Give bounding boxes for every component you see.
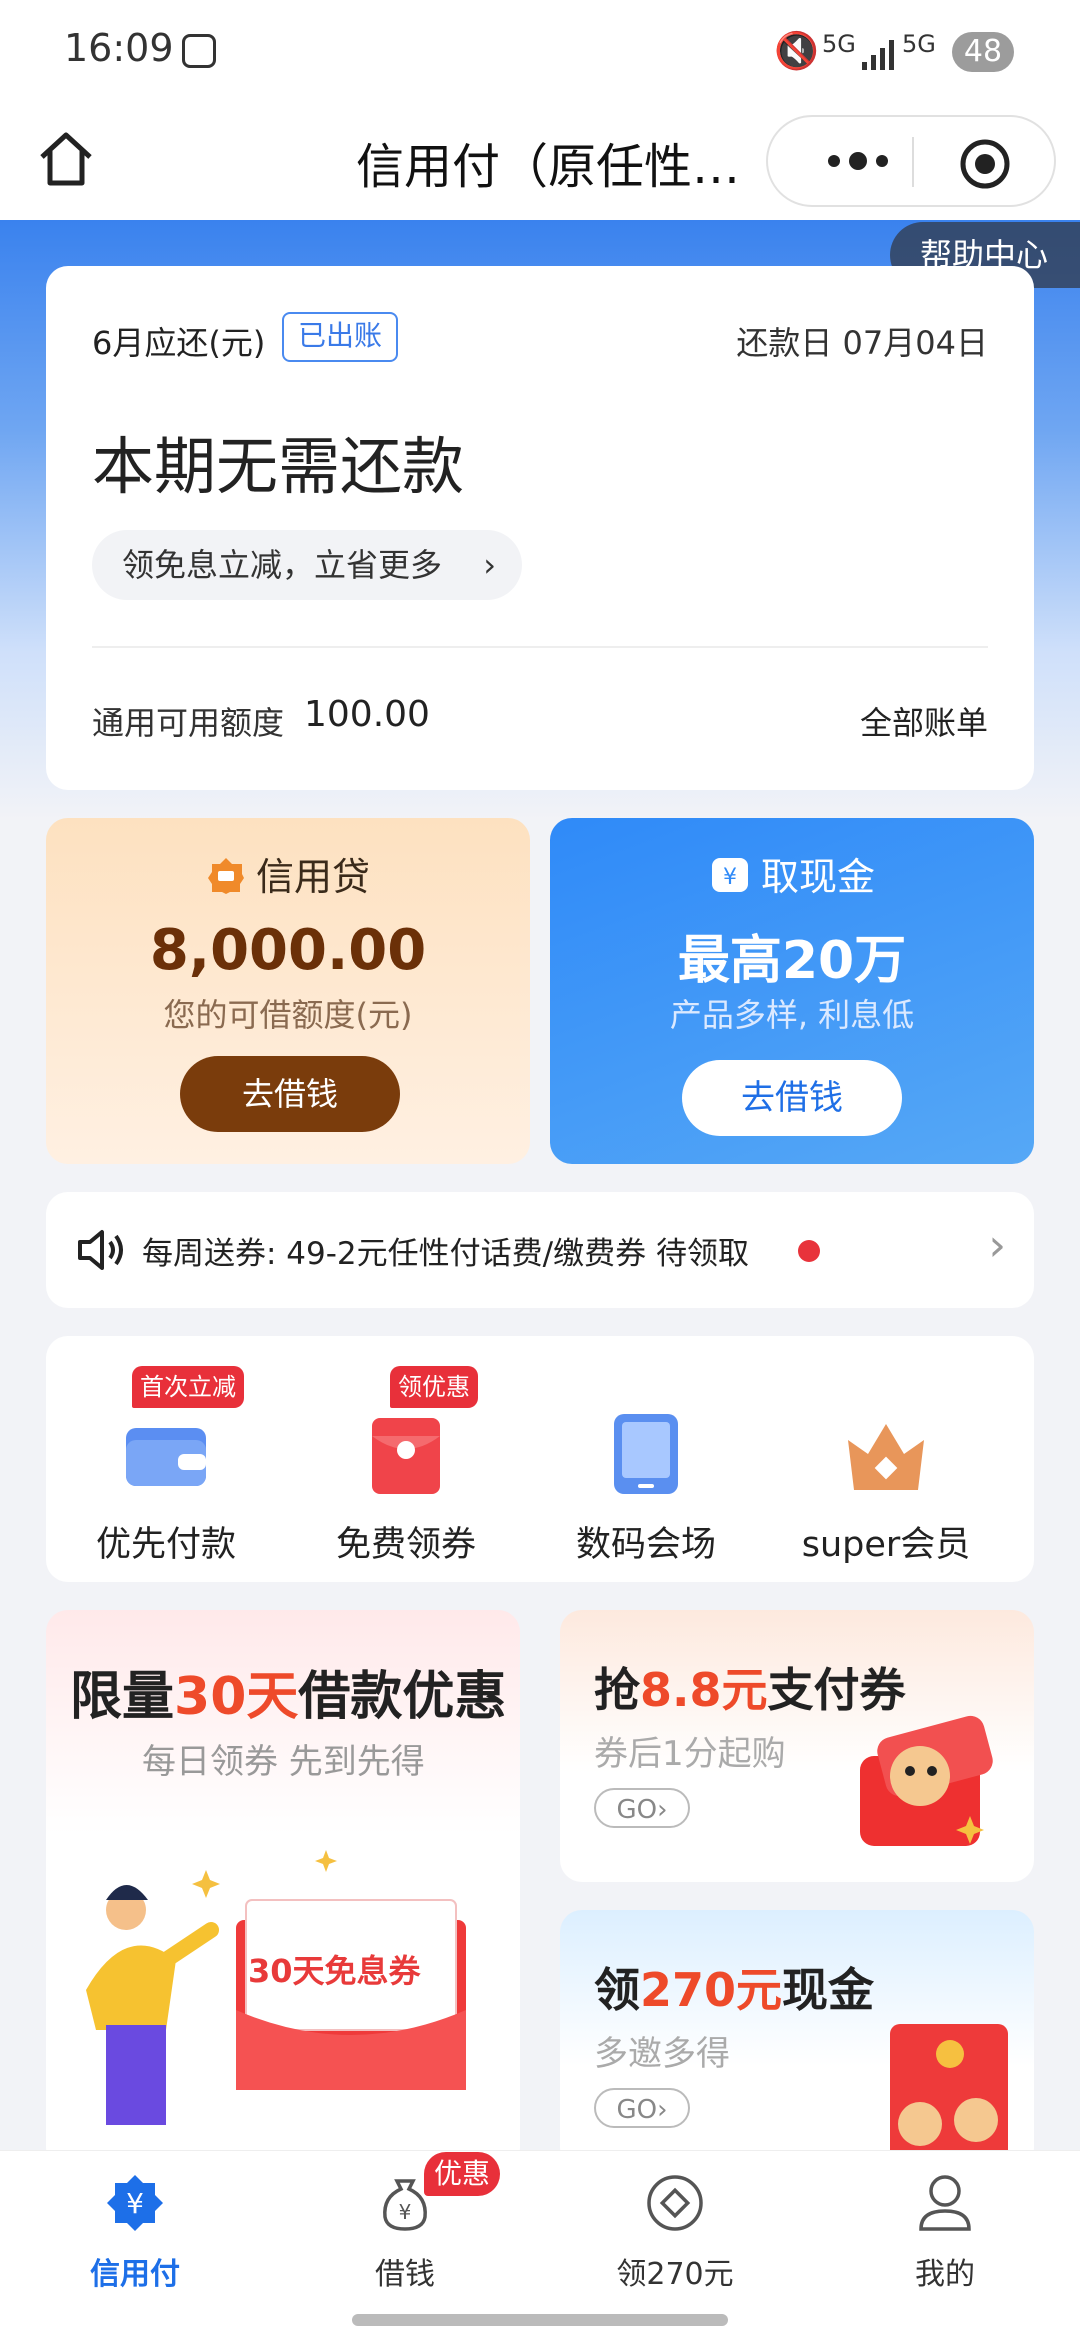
red-packet-illustration bbox=[890, 2024, 1008, 2164]
profile-icon bbox=[919, 2175, 971, 2231]
signal-5g-icon: 5G bbox=[822, 30, 856, 58]
shortcut-label: 免费领券 bbox=[335, 1525, 476, 1565]
promo-cash-title: 领270元现金 bbox=[594, 1963, 875, 2017]
limit-label: 通用可用额度 bbox=[92, 704, 285, 742]
cash-title-text: 取现金 bbox=[760, 855, 875, 899]
go-button[interactable]: GO› bbox=[594, 2088, 690, 2128]
bill-card: 6月应还(元) 已出账 还款日 07月04日 本期无需还款 领免息立减，立省更多… bbox=[46, 266, 1034, 790]
tablet-icon bbox=[614, 1414, 678, 1494]
chevron-right-icon: › bbox=[988, 1220, 1006, 1271]
promo-cash-subtitle: 多邀多得 bbox=[594, 2034, 730, 2074]
wallet-icon bbox=[126, 1428, 206, 1486]
coin-icon bbox=[647, 2175, 703, 2231]
promo-pay-subtitle: 券后1分起购 bbox=[594, 1734, 786, 1774]
signal-bars-icon bbox=[862, 40, 894, 70]
credit-loan-title-text: 信用贷 bbox=[255, 855, 370, 899]
loan-badge-icon bbox=[207, 858, 244, 894]
coupon-text: 30天免息券 bbox=[248, 1952, 421, 1990]
shortcut-grid: 首次立减 优先付款 领优惠 免费领券 数码会场 super会员 bbox=[46, 1336, 1034, 1582]
divider bbox=[92, 646, 988, 648]
cash-borrow-button[interactable]: 去借钱 bbox=[682, 1060, 902, 1136]
shortcut-label: 优先付款 bbox=[95, 1525, 236, 1565]
speaker-icon bbox=[78, 1230, 123, 1270]
cash-card[interactable]: ¥ 取现金 最高20万 产品多样, 利息低 去借钱 bbox=[550, 818, 1034, 1164]
credit-loan-title: 信用贷 bbox=[46, 846, 530, 901]
promo-loan-subtitle: 每日领券 先到先得 bbox=[142, 1742, 425, 1782]
status-bar: 16:09 🔇 5G 5G 48 bbox=[0, 0, 1080, 105]
cash-title: ¥ 取现金 bbox=[550, 846, 1034, 901]
due-label: 6月应还(元) bbox=[92, 324, 266, 362]
shortcut-label: 数码会场 bbox=[575, 1525, 716, 1565]
notice-text: 每周送券: 49-2元任性付话费/缴费券 待领取 bbox=[142, 1236, 749, 1272]
limit-value: 100.00 bbox=[304, 694, 430, 735]
screenshot-icon bbox=[182, 34, 216, 68]
go-button[interactable]: GO› bbox=[594, 1788, 690, 1828]
close-target-icon[interactable] bbox=[958, 137, 1012, 191]
svg-text:¥: ¥ bbox=[126, 2187, 144, 2220]
gift-box-illustration bbox=[860, 1715, 993, 1846]
mini-program-header: 信用付（原任性… bbox=[0, 105, 1080, 220]
shortcut-label: super会员 bbox=[801, 1525, 971, 1565]
tab-mine[interactable]: 我的 bbox=[810, 2151, 1080, 2301]
promo-cash-invite[interactable]: 领270元现金 多邀多得 GO› bbox=[560, 1910, 1034, 2170]
red-envelope-icon bbox=[372, 1418, 440, 1494]
shortcut-digital-venue[interactable]: 数码会场 bbox=[526, 1366, 766, 1566]
shortcut-super-member[interactable]: super会员 bbox=[766, 1366, 1006, 1566]
credit-loan-borrow-button[interactable]: 去借钱 bbox=[180, 1056, 400, 1132]
promo-text: 领免息立减，立省更多 bbox=[122, 546, 443, 584]
tab-label: 我的 bbox=[915, 2257, 975, 2292]
tab-badge: 优惠 bbox=[424, 2152, 501, 2196]
tab-label: 领270元 bbox=[616, 2257, 734, 2292]
bottom-tab-bar: ¥ 信用付 ¥ 借钱 领270元 我的 bbox=[0, 2150, 1080, 2341]
chevron-right-icon: › bbox=[483, 546, 497, 584]
repay-date: 还款日 07月04日 bbox=[736, 324, 988, 362]
svg-text:¥: ¥ bbox=[723, 865, 737, 890]
repay-status-text: 本期无需还款 bbox=[92, 430, 465, 503]
credit-pay-icon: ¥ bbox=[107, 2175, 163, 2231]
tab-label: 信用付 bbox=[90, 2257, 180, 2292]
shortcut-tag: 首次立减 bbox=[132, 1366, 244, 1408]
crown-icon bbox=[848, 1424, 924, 1490]
shortcut-free-coupons[interactable]: 领优惠 免费领券 bbox=[286, 1366, 526, 1566]
status-time: 16:09 bbox=[64, 26, 174, 70]
credit-loan-subtitle: 您的可借额度(元) bbox=[163, 996, 413, 1034]
all-bills-link[interactable]: 全部账单 bbox=[860, 698, 988, 744]
unread-dot bbox=[798, 1240, 820, 1262]
battery-indicator: 48 bbox=[952, 32, 1014, 72]
home-icon[interactable] bbox=[34, 127, 98, 191]
shortcut-tag: 领优惠 bbox=[390, 1366, 478, 1408]
promo-loan-title: 限量30天借款优惠 bbox=[70, 1667, 507, 1727]
capsule-menu bbox=[766, 115, 1056, 207]
credit-loan-amount: 8,000.00 bbox=[149, 918, 427, 983]
cash-amount: 最高20万 bbox=[677, 931, 907, 991]
svg-text:¥: ¥ bbox=[399, 2200, 412, 2224]
credit-loan-card[interactable]: 信用贷 8,000.00 您的可借额度(元) 去借钱 bbox=[46, 818, 530, 1164]
cash-icon: ¥ bbox=[711, 858, 748, 892]
shortcut-priority-pay[interactable]: 首次立减 优先付款 bbox=[46, 1366, 286, 1566]
capsule-divider bbox=[912, 137, 914, 187]
page-title: 信用付（原任性… bbox=[356, 139, 741, 195]
cash-subtitle: 产品多样, 利息低 bbox=[669, 996, 915, 1034]
promo-pay-coupon[interactable]: 抢8.8元支付券 券后1分起购 GO› bbox=[560, 1610, 1034, 1882]
more-icon[interactable] bbox=[798, 131, 918, 191]
home-indicator[interactable] bbox=[352, 2314, 728, 2326]
tab-credit-pay[interactable]: ¥ 信用付 bbox=[0, 2151, 270, 2301]
mute-icon: 🔇 bbox=[774, 31, 819, 72]
interest-free-promo[interactable]: 领免息立减，立省更多 › bbox=[92, 530, 523, 600]
tab-claim-270[interactable]: 领270元 bbox=[540, 2151, 810, 2301]
tab-label: 借钱 bbox=[375, 2257, 435, 2292]
status-badge: 已出账 bbox=[282, 312, 399, 362]
coupon-notice-bar[interactable]: 每周送券: 49-2元任性付话费/缴费券 待领取 › bbox=[46, 1192, 1034, 1308]
signal-5g-icon-2: 5G bbox=[902, 30, 936, 58]
promo-loan-discount[interactable]: 限量30天借款优惠 每日领券 先到先得 30天免息券 bbox=[46, 1610, 520, 2170]
